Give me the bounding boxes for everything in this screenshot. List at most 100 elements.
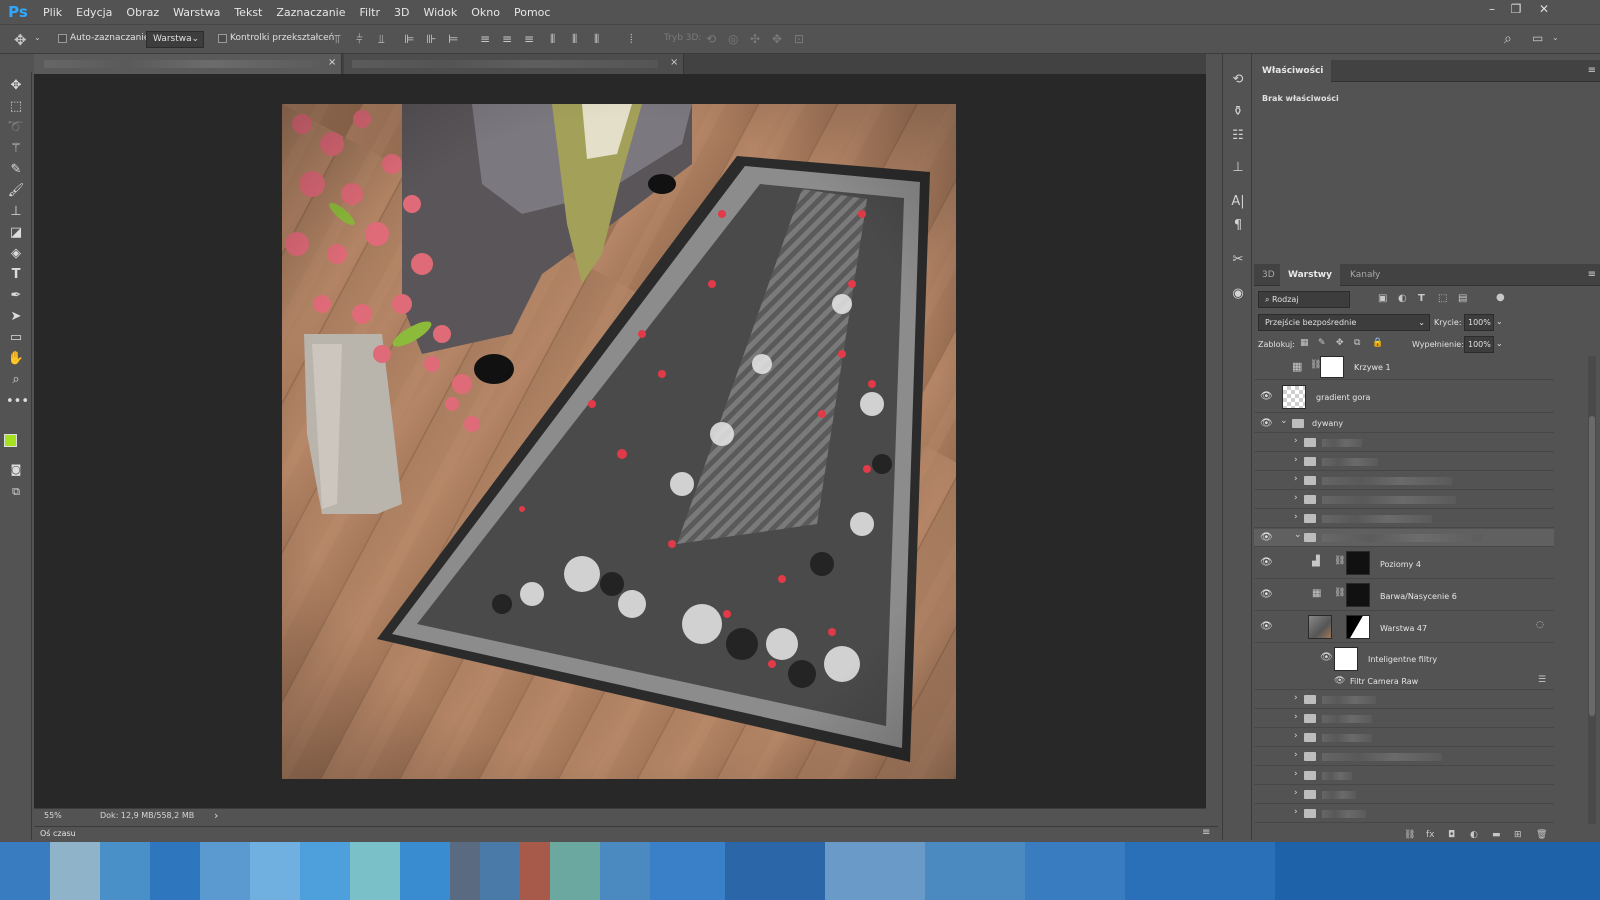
screen-mode-icon[interactable]: ⧉ [6,482,26,502]
menu-select[interactable]: Zaznaczanie [269,6,352,19]
zoom-icon[interactable]: ⌕ [6,370,26,390]
move-tool-icon[interactable]: ✥ [14,31,27,49]
clone-source-icon[interactable]: ⊥ [1228,158,1248,178]
add-mask-icon[interactable]: ◘ [1448,830,1455,840]
scale-3d-icon[interactable]: ⊡ [794,32,804,46]
chevron-down-icon[interactable]: ⌄ [1552,33,1559,42]
zoom-level[interactable]: 55% [44,811,62,820]
menu-type[interactable]: Tekst [227,6,269,19]
lock-transparency-icon[interactable]: ▦ [1300,338,1309,348]
document-tab[interactable]: × [344,54,684,74]
filter-toggle-icon[interactable]: ● [1496,292,1505,303]
eyedropper-icon[interactable]: ✎ [6,160,26,180]
filter-shape-icon[interactable]: ⬚ [1438,293,1447,304]
eraser-icon[interactable]: ◪ [6,223,26,243]
layer-filter-dropdown[interactable]: ⌕ Rodzaj [1258,291,1350,308]
layer-group-row[interactable]: › [1254,691,1554,709]
auto-select-target-dropdown[interactable]: Warstwa ⌄ [146,31,204,48]
orbit-3d-icon[interactable]: ⟲ [706,32,716,46]
align-top-icon[interactable]: ⫪ [334,32,341,47]
layer-group-row[interactable]: › [1254,710,1554,728]
brush-icon[interactable]: 🖌 [6,181,26,201]
paragraph-icon[interactable]: ¶ [1228,216,1248,236]
distribute-top-icon[interactable]: ≡ [480,32,490,46]
menu-window[interactable]: Okno [464,6,507,19]
chevron-down-icon[interactable]: ⌄ [1496,339,1503,348]
eye-icon[interactable]: 👁 [1260,557,1273,568]
eye-icon[interactable]: 👁 [1260,621,1273,632]
tools-icon[interactable]: ✂ [1228,250,1248,270]
eye-icon[interactable]: 👁 [1334,676,1345,686]
eye-icon[interactable]: 👁 [1260,532,1273,543]
adjustment-layer-icon[interactable]: ◐ [1470,830,1478,840]
delete-layer-icon[interactable]: 🗑 [1536,830,1547,840]
filter-type-icon[interactable]: T [1418,293,1425,304]
layer-group-row[interactable]: › [1254,510,1554,528]
lock-position-icon[interactable]: ✥ [1336,338,1344,348]
chevron-down-icon[interactable]: ⌄ [34,33,41,42]
lasso-icon[interactable]: ➰ [6,118,26,138]
chevron-right-icon[interactable]: › [1294,436,1298,446]
layer-group-row[interactable]: › [1254,805,1554,823]
history-icon[interactable]: ⟲ [1228,70,1248,90]
layer-row[interactable]: 👁 gradient gora [1254,381,1554,413]
slide-3d-icon[interactable]: ✥ [772,32,782,46]
chevron-right-icon[interactable]: › [1294,731,1298,741]
fx-icon[interactable]: fx [1426,830,1435,840]
marquee-icon[interactable]: ⬚ [6,97,26,117]
transform-controls-checkbox[interactable] [218,34,227,43]
stamp-icon[interactable]: ⊥ [6,202,26,222]
minimize-icon[interactable]: – [1480,0,1504,20]
timeline-tab[interactable]: Oś czasu [40,829,76,838]
align-hcenter-icon[interactable]: ⊪ [426,32,436,46]
scrollbar-thumb[interactable] [1589,416,1595,716]
chevron-right-icon[interactable]: › [1294,769,1298,779]
chevron-right-icon[interactable]: › [1294,807,1298,817]
layer-row[interactable]: ▦ ⛓ Krzywe 1 [1254,356,1554,380]
menu-layer[interactable]: Warstwa [166,6,227,19]
layer-row[interactable]: 👁 ▟ ⛓ Poziomy 4 [1254,548,1554,579]
layer-group-row[interactable]: › [1254,729,1554,747]
new-group-icon[interactable]: ▬ [1492,830,1501,840]
menu-help[interactable]: Pomoc [507,6,557,19]
close-tab-icon[interactable]: × [670,57,678,68]
chevron-right-icon[interactable]: › [1294,788,1298,798]
layer-group-row[interactable]: › [1254,453,1554,471]
align-right-icon[interactable]: ⊨ [448,32,458,46]
lock-all-icon[interactable]: 🔒 [1372,338,1383,348]
character-icon[interactable]: A| [1228,192,1248,212]
layer-row[interactable]: 👁 Warstwa 47 ◌ [1254,612,1554,643]
distribute-right-icon[interactable]: ⦀ [594,32,599,47]
path-select-icon[interactable]: ➤ [6,307,26,327]
auto-select-checkbox[interactable] [58,34,67,43]
chevron-right-icon[interactable]: › [1294,474,1298,484]
quick-mask-icon[interactable]: ◙ [6,460,26,480]
panel-menu-icon[interactable]: ≡ [1202,827,1210,838]
close-tab-icon[interactable]: × [328,57,336,68]
align-left-icon[interactable]: ⊫ [404,32,414,46]
layer-group-row[interactable]: › [1254,748,1554,766]
layer-group-row-selected[interactable]: 👁 ⌄ [1254,529,1554,547]
magic-wand-icon[interactable]: ⚚ [6,139,26,159]
new-layer-icon[interactable]: ⊞ [1514,830,1522,840]
menu-view[interactable]: Widok [416,6,464,19]
workspace-icon[interactable]: ▭ [1532,31,1543,45]
adjustments-icon[interactable]: ☷ [1228,126,1248,146]
eye-icon[interactable]: 👁 [1260,589,1273,600]
layer-group-row[interactable]: › [1254,786,1554,804]
roll-3d-icon[interactable]: ◎ [728,32,738,46]
menu-file[interactable]: Plik [36,6,69,19]
move-icon[interactable]: ✥ [6,76,26,96]
align-vcenter-icon[interactable]: ⫩ [356,32,363,47]
layer-group-row[interactable]: › [1254,491,1554,509]
chevron-right-icon[interactable]: › [1294,493,1298,503]
chevron-right-icon[interactable]: › [1294,512,1298,522]
chevron-right-icon[interactable]: › [1294,693,1298,703]
bucket-icon[interactable]: ◈ [6,244,26,264]
pan-3d-icon[interactable]: ✣ [750,32,760,46]
distribute-left-icon[interactable]: ⦀ [550,32,555,47]
foreground-color-swatch[interactable] [4,434,17,447]
filter-smart-icon[interactable]: ▤ [1458,293,1467,304]
eye-icon[interactable]: 👁 [1260,391,1273,402]
filter-row[interactable]: 👁 Filtr Camera Raw ☰ [1254,674,1554,690]
